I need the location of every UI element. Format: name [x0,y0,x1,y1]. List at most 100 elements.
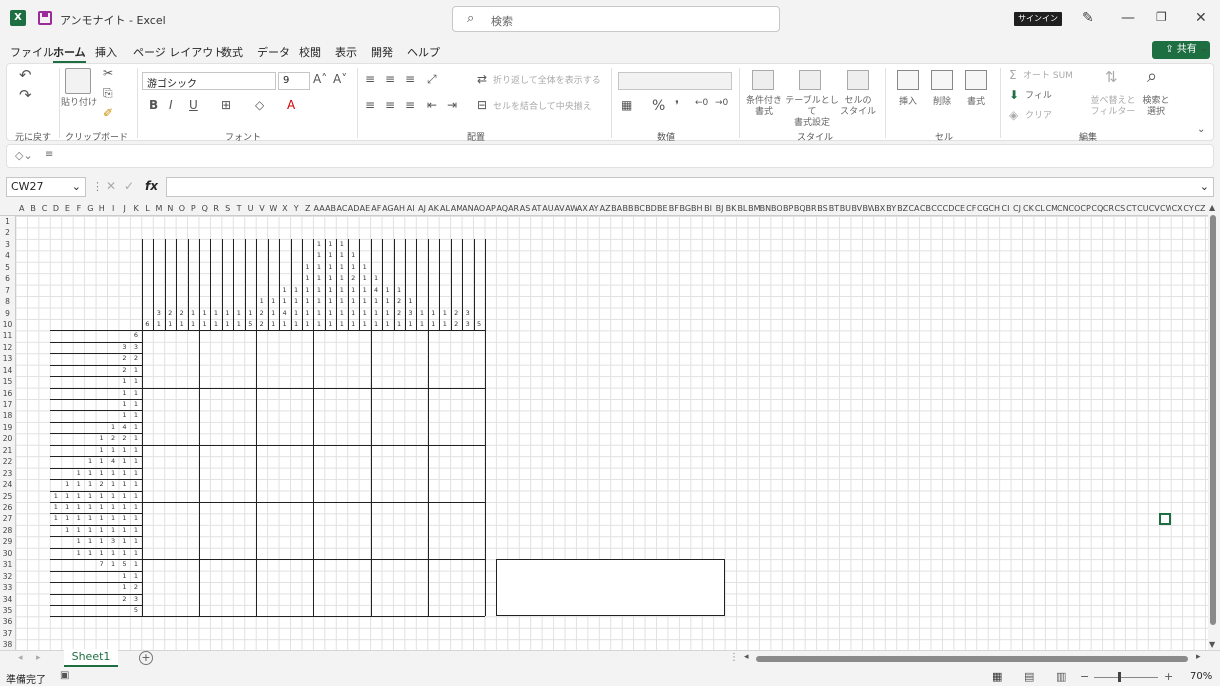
horizontal-scroll-thumb[interactable] [756,656,1188,662]
align-top-icon[interactable]: ≡ [365,72,375,86]
column-header[interactable]: BH [691,204,702,213]
column-header[interactable]: Y [291,204,302,213]
column-header[interactable]: AG [382,204,393,213]
zoom-in-icon[interactable]: + [1164,670,1173,683]
column-header[interactable]: E [62,204,73,213]
column-header[interactable]: BB [622,204,634,213]
autosum-icon[interactable]: Σ [1009,68,1017,82]
table-format-label[interactable]: テーブルとして 書式設定 [784,96,840,129]
row-header[interactable]: 20 [0,433,15,444]
column-header[interactable]: BU [840,204,851,213]
row-header[interactable]: 28 [0,525,15,536]
zoom-level[interactable]: 70% [1190,671,1212,682]
column-header[interactable]: CG [977,204,988,213]
align-center-icon[interactable]: ≡ [385,98,395,112]
insert-cells-icon[interactable] [897,70,919,90]
prev-sheet-icon[interactable]: ◂ [18,653,23,663]
column-header[interactable]: S [222,204,233,213]
column-header[interactable]: CA [908,204,919,213]
cell-styles-icon[interactable] [847,70,869,90]
row-header[interactable]: 4 [0,250,15,261]
column-header[interactable]: BO [771,204,782,213]
decrease-font-icon[interactable]: A˅ [333,72,347,86]
row-header[interactable]: 13 [0,353,15,364]
align-right-icon[interactable]: ≡ [405,98,415,112]
search-box[interactable]: ⌕ 検索 [452,6,780,32]
column-header[interactable]: O [176,204,187,213]
comma-icon[interactable]: ❜ [675,98,679,112]
column-header[interactable]: AJ [416,204,427,213]
row-header[interactable]: 24 [0,479,15,490]
column-header[interactable]: BN [760,204,771,213]
row-header[interactable]: 9 [0,308,15,319]
tab-data[interactable]: データ [257,44,290,60]
column-header[interactable]: X [279,204,290,213]
share-dropdown-icon[interactable]: ⌄ [1200,43,1208,54]
redo-icon[interactable]: ↷ [19,86,32,104]
row-header[interactable]: 12 [0,342,15,353]
column-header[interactable]: C [39,204,50,213]
column-header[interactable]: CH [988,204,999,213]
font-name-select[interactable]: 游ゴシック [142,72,276,90]
orientation-icon[interactable]: ⤢ [427,72,437,87]
row-header[interactable]: 38 [0,639,15,650]
column-header[interactable]: BZ [897,204,908,213]
close-icon[interactable]: ✕ [1195,10,1207,26]
row-header[interactable]: 8 [0,296,15,307]
row-header[interactable]: 7 [0,285,15,296]
row-header[interactable]: 17 [0,399,15,410]
column-header[interactable]: BV [851,204,862,213]
column-header[interactable]: CO [1068,204,1079,213]
clear-format-icon[interactable]: ◇⌄ [15,149,33,162]
tab-insert[interactable]: 挿入 [95,44,117,60]
macro-record-icon[interactable]: ▣ [60,670,69,681]
underline-icon[interactable]: U [189,98,198,112]
scroll-down-icon[interactable]: ▼ [1209,640,1215,649]
column-header[interactable]: BD [645,204,656,213]
column-header[interactable]: Z [302,204,313,213]
column-header[interactable]: BS [817,204,828,213]
column-header[interactable]: AH [394,204,405,213]
row-header[interactable]: 31 [0,559,15,570]
column-header[interactable]: CJ [1011,204,1022,213]
row-header[interactable]: 35 [0,605,15,616]
column-header[interactable]: AA [313,204,325,213]
column-header[interactable]: CB [920,204,931,213]
insert-label[interactable]: 挿入 [897,97,919,108]
expand-formula-icon[interactable]: ⌄ [1200,180,1209,193]
decrease-decimal-icon[interactable]: →0 [715,98,728,108]
column-header[interactable]: L [142,204,153,213]
column-header[interactable]: CM [1046,204,1057,213]
format-label[interactable]: 書式 [965,97,987,108]
column-header[interactable]: BK [725,204,737,213]
column-header[interactable]: BR [805,204,817,213]
tab-splitter-icon[interactable]: ⋮ [729,652,739,663]
zoom-slider[interactable] [1094,677,1158,678]
cell-style-label[interactable]: セルの スタイル [839,96,877,118]
row-header[interactable]: 27 [0,513,15,524]
column-header[interactable]: AD [348,204,359,213]
column-header[interactable]: T [233,204,244,213]
column-header[interactable]: CD [943,204,954,213]
column-header[interactable]: CS [1114,204,1126,213]
column-header[interactable]: CQ [1091,204,1102,213]
align-bottom-icon[interactable]: ≡ [405,72,415,86]
scroll-right-icon[interactable]: ▸ [1196,652,1201,662]
column-header[interactable]: G [85,204,96,213]
column-header[interactable]: CZ [1194,204,1205,213]
column-header[interactable]: AP [485,204,496,213]
row-header[interactable]: 19 [0,422,15,433]
name-box-dropdown-icon[interactable]: ⌄ [72,180,81,193]
column-header[interactable]: AQ [496,204,507,213]
row-header[interactable]: 22 [0,456,15,467]
column-header[interactable]: V [256,204,267,213]
row-header[interactable]: 14 [0,365,15,376]
vertical-scroll-thumb[interactable] [1210,215,1216,625]
row-header[interactable]: 36 [0,616,15,627]
cond-format-label[interactable]: 条件付き 書式 [743,96,785,118]
column-header[interactable]: CN [1057,204,1068,213]
column-header[interactable]: I [108,204,119,213]
fill-icon[interactable]: ⬇ [1009,88,1019,102]
text-box-shape[interactable] [496,559,725,616]
find-select-icon[interactable]: ⌕ [1147,66,1157,87]
